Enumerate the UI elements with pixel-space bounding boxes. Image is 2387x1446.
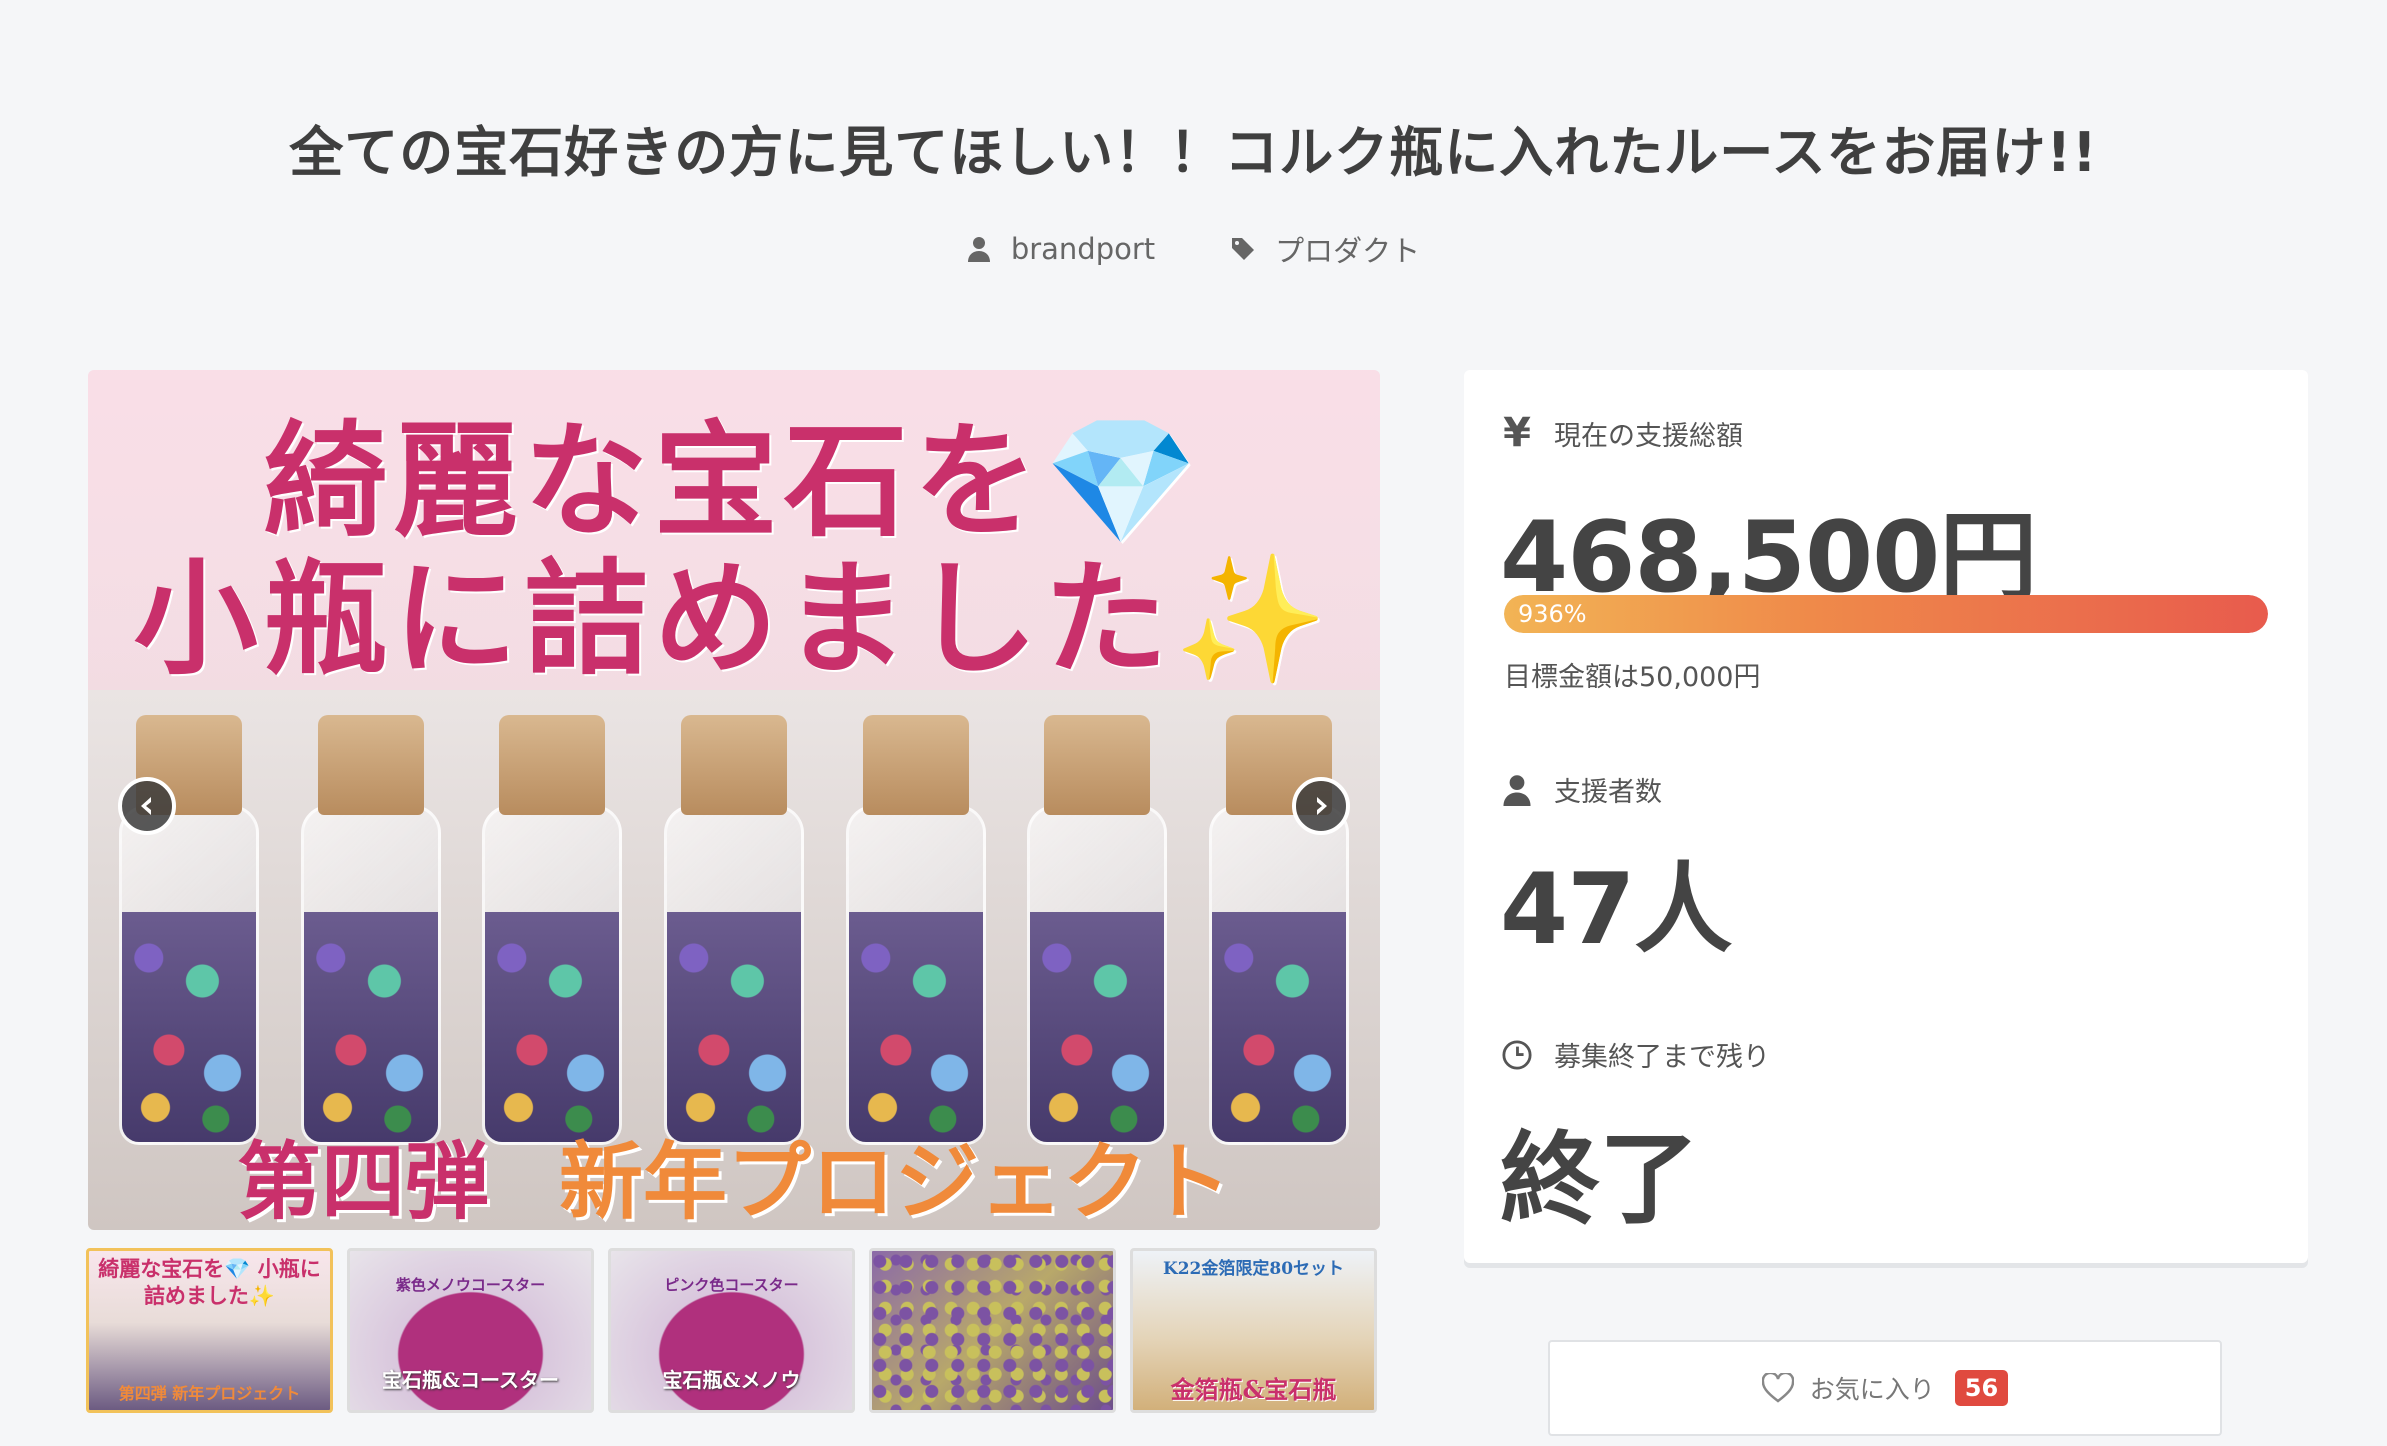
thumbnail-strip: 綺麗な宝石を💎 小瓶に詰めました✨ 第四弾 新年プロジェクト 紫色メノウコースタ… — [86, 1248, 1380, 1413]
thumbnail-1[interactable]: 綺麗な宝石を💎 小瓶に詰めました✨ 第四弾 新年プロジェクト — [86, 1248, 333, 1413]
owner-name: brandport — [1010, 232, 1156, 266]
user-icon — [1503, 774, 1531, 806]
funding-progress-bar: 936% — [1504, 595, 2268, 633]
thumbnail-caption: 金箔瓶&宝石瓶 — [1170, 1375, 1337, 1404]
backers-label-row: 支援者数 — [1502, 770, 1662, 809]
bottle — [296, 715, 446, 1145]
funding-stats-card: ¥ 現在の支援総額 468,500円 936% 目標金額は50,000円 支援者… — [1464, 370, 2308, 1263]
progress-fill: 936% — [1504, 595, 2268, 633]
thumbnail-caption: K22金箔限定80セット — [1162, 1259, 1345, 1279]
category-name: プロダクト — [1275, 234, 1421, 268]
amount-label: 現在の支援総額 — [1554, 420, 1743, 452]
bottle — [1022, 715, 1172, 1145]
thumbnail-2[interactable]: 紫色メノウコースター 宝石瓶&コースター — [347, 1248, 594, 1413]
bottles-image — [88, 715, 1380, 1145]
thumbnail-5[interactable]: K22金箔限定80セット 金箔瓶&宝石瓶 — [1130, 1248, 1377, 1413]
hero-caption: 第四弾 新年プロジェクト — [88, 1120, 1380, 1231]
tag-icon — [1232, 238, 1255, 260]
thumbnail-caption: ピンク色コースター — [664, 1276, 799, 1294]
backers-label: 支援者数 — [1554, 777, 1662, 808]
carousel-next-button[interactable] — [1292, 777, 1350, 835]
amount-label-row: ¥ 現在の支援総額 — [1502, 410, 1743, 456]
user-icon — [967, 237, 990, 262]
remaining-label: 募集終了まで残り — [1554, 1042, 1770, 1073]
thumbnail-3[interactable]: ピンク色コースター 宝石瓶&メノウ — [608, 1248, 855, 1413]
bottle — [841, 715, 991, 1145]
bottle — [659, 715, 809, 1145]
thumbnail-caption: 紫色メノウコースター — [395, 1276, 546, 1294]
carousel-prev-button[interactable] — [118, 777, 176, 835]
hero-title-line2: 小瓶に詰めました✨ — [133, 547, 1335, 692]
chevron-right-icon — [1317, 797, 1327, 815]
thumbnail-caption: 宝石瓶&メノウ — [662, 1368, 801, 1392]
category-link[interactable]: プロダクト — [1231, 228, 1420, 270]
project-title: 全ての宝石好きの方に見てほしい！！コルク瓶に入れたルースをお届け!! — [289, 121, 2098, 184]
chevron-left-icon — [141, 797, 151, 815]
yen-icon: ¥ — [1503, 410, 1531, 456]
clock-icon — [1502, 1039, 1532, 1070]
project-meta: brandport プロダクト — [0, 228, 2387, 270]
remaining-label-row: 募集終了まで残り — [1502, 1035, 1770, 1074]
main-image-carousel[interactable]: 綺麗な宝石を💎 小瓶に詰めました✨ 第四弾 新年プロジェクト — [88, 370, 1380, 1230]
hero-caption-left: 第四弾 — [236, 1131, 489, 1231]
hero-caption-right: 新年プロジェクト — [559, 1131, 1232, 1231]
owner-link[interactable]: brandport — [967, 228, 1155, 270]
thumbnail-caption: 綺麗な宝石を💎 小瓶に詰めました✨ — [98, 1256, 321, 1308]
favorite-count-badge: 56 — [1954, 1370, 2009, 1406]
favorite-button[interactable]: お気に入り 56 — [1548, 1340, 2222, 1436]
thumbnail-4[interactable] — [869, 1248, 1116, 1413]
backers-value: 47人 — [1500, 853, 1732, 967]
bottle — [477, 715, 627, 1145]
favorite-label: お気に入り — [1809, 1375, 1935, 1404]
goal-amount: 目標金額は50,000円 — [1504, 662, 1761, 693]
thumbnail-caption: 宝石瓶&コースター — [381, 1368, 560, 1392]
progress-percent: 936% — [1518, 600, 1587, 628]
remaining-value: 終了 — [1500, 1121, 1699, 1238]
heart-icon — [1761, 1373, 1794, 1403]
thumbnail-caption: 第四弾 新年プロジェクト — [118, 1384, 301, 1403]
